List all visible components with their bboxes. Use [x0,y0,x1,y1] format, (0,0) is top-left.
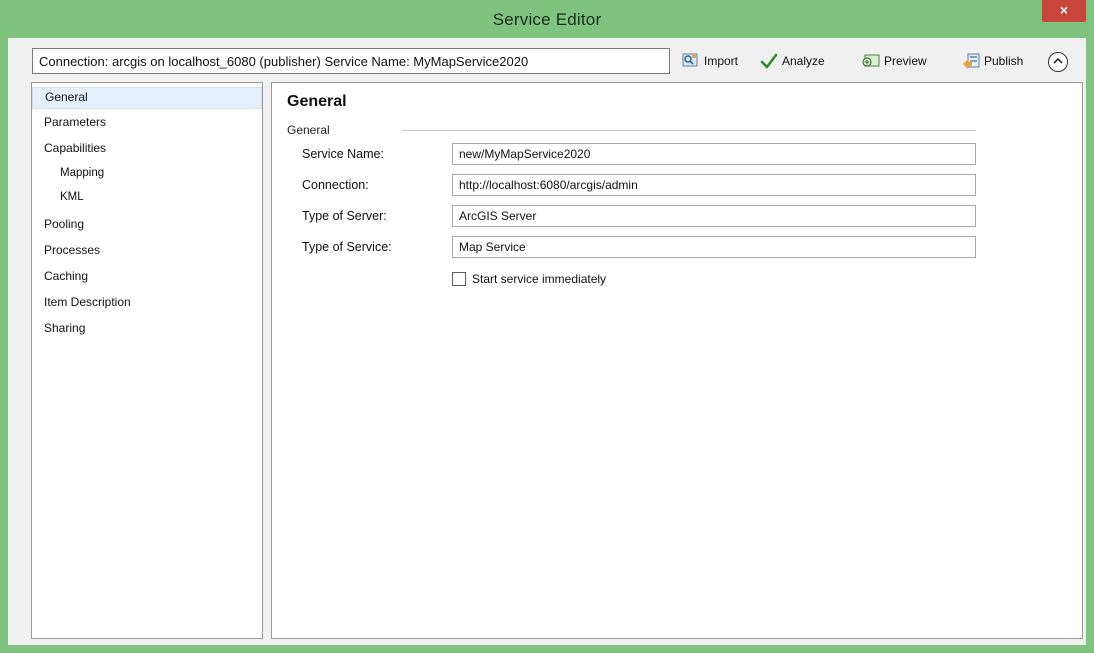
service-type-input[interactable] [452,236,976,258]
import-label: Import [704,54,739,68]
checkmark-icon [760,53,778,69]
connection-info: Connection: arcgis on localhost_6080 (pu… [32,48,670,74]
publish-label: Publish [984,54,1024,68]
service-name-label: Service Name: [302,147,384,161]
connection-label: Connection: [302,178,369,192]
import-icon [682,53,700,69]
import-button[interactable]: Import [682,50,738,72]
preview-label: Preview [884,54,927,68]
nav-item-general[interactable]: General [32,87,262,109]
server-type-input[interactable] [452,205,976,227]
start-service-label: Start service immediately [472,272,607,286]
service-name-input[interactable] [452,143,976,165]
nav-item-kml[interactable]: KML [32,189,262,211]
publish-button[interactable]: Publish [962,50,1023,72]
start-service-row[interactable]: Start service immediately [452,272,606,286]
nav-item-sharing[interactable]: Sharing [32,319,262,341]
nav-panel: General Parameters Capabilities Mapping … [31,82,263,639]
service-editor-window: Service Editor × Connection: arcgis on l… [0,0,1094,653]
nav-item-caching[interactable]: Caching [32,267,262,289]
service-type-label: Type of Service: [302,240,392,254]
group-label: General [287,123,330,137]
client-area: Connection: arcgis on localhost_6080 (pu… [8,38,1086,645]
publish-icon [962,53,980,69]
connection-input[interactable] [452,174,976,196]
nav-item-mapping[interactable]: Mapping [32,165,262,187]
analyze-label: Analyze [782,54,825,68]
analyze-button[interactable]: Analyze [760,50,825,72]
nav-item-parameters[interactable]: Parameters [32,113,262,135]
start-service-checkbox[interactable] [452,272,466,286]
nav-item-processes[interactable]: Processes [32,241,262,263]
group-divider [402,130,976,131]
preview-icon [862,53,880,69]
panel-title: General [287,93,347,110]
chevron-up-icon [1053,57,1063,68]
preview-button[interactable]: Preview [862,50,927,72]
nav-item-pooling[interactable]: Pooling [32,215,262,237]
toolbar: Connection: arcgis on localhost_6080 (pu… [8,38,1086,82]
nav-item-capabilities[interactable]: Capabilities [32,139,262,161]
window-title: Service Editor [492,10,602,29]
collapse-button[interactable] [1048,52,1068,72]
general-panel: General General Service Name: Connection… [271,82,1083,639]
server-type-label: Type of Server: [302,209,387,223]
title-bar[interactable]: Service Editor × [0,0,1094,38]
nav-item-item-description[interactable]: Item Description [32,293,262,315]
close-button[interactable]: × [1042,0,1086,22]
